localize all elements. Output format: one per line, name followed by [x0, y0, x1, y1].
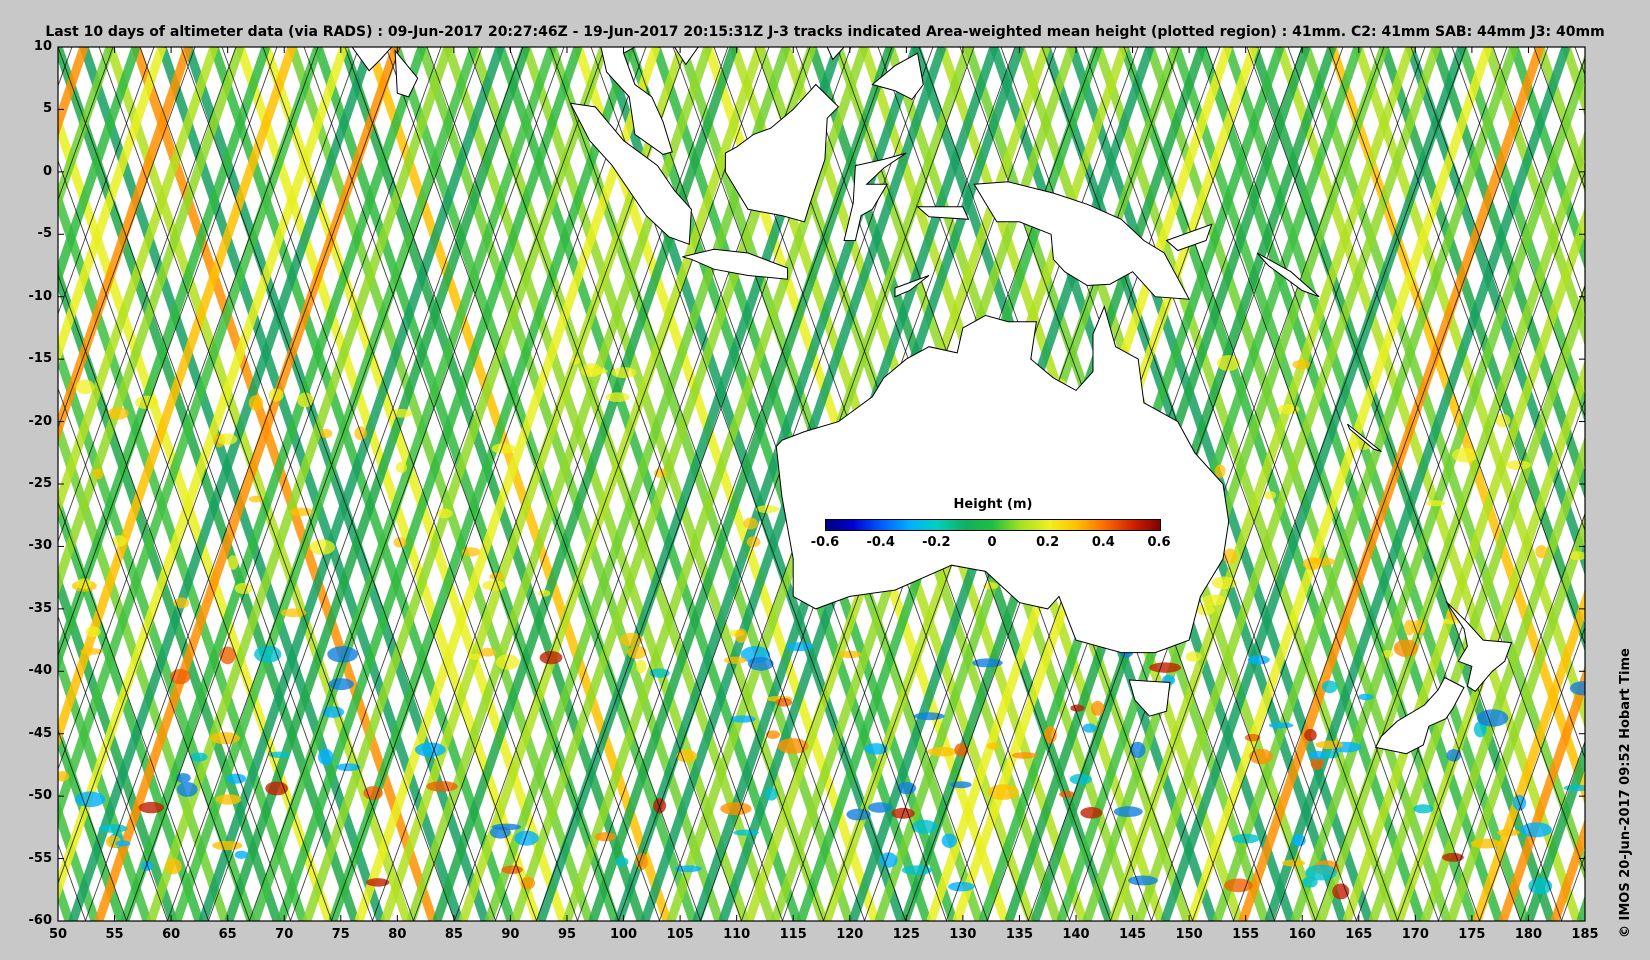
x-tick-label: 160	[1288, 927, 1316, 942]
y-tick-label: 5	[42, 101, 52, 117]
colorbar-tick-label: 0.6	[1147, 535, 1171, 550]
y-tick-label: 0	[42, 163, 52, 179]
x-tick-label: 170	[1401, 927, 1429, 942]
x-tick-label: 60	[162, 927, 181, 942]
x-tick-label: 150	[1175, 927, 1203, 942]
y-tick-label: -40	[28, 663, 53, 679]
x-tick-label: 65	[218, 927, 237, 942]
colorbar-gradient	[825, 519, 1161, 531]
x-tick-label: 50	[48, 927, 68, 942]
y-tick-label: -5	[37, 226, 52, 242]
x-tick-label: 85	[444, 927, 463, 942]
x-tick-label: 100	[609, 927, 638, 942]
x-tick-label: 55	[105, 927, 124, 942]
x-tick-label: 120	[836, 927, 864, 942]
x-tick-label: 105	[666, 927, 694, 942]
y-tick-label: 10	[33, 39, 52, 54]
y-tick-label: -15	[28, 351, 53, 367]
x-tick-label: 165	[1345, 927, 1373, 942]
y-tick-label: -30	[28, 538, 53, 554]
colorbar: Height (m) -0.6 -0.4 -0.2 0 0.2 0.4 0.6	[810, 497, 1173, 557]
x-tick-label: 130	[949, 927, 977, 942]
credit-text: © IMOS 20-Jun-2017 09:52 Hobart Time	[1618, 648, 1633, 938]
x-tick-label: 175	[1458, 927, 1486, 942]
colorbar-tick-label: 0.2	[1036, 535, 1060, 550]
x-tick-label: 90	[501, 927, 520, 942]
map-plot	[57, 46, 1586, 922]
y-tick-label: -50	[28, 788, 53, 804]
y-tick-label: -55	[28, 850, 53, 866]
colorbar-title: Height (m)	[953, 497, 1033, 512]
x-tick-label: 70	[275, 927, 294, 942]
x-tick-label: 145	[1118, 927, 1147, 942]
y-tick-label: -10	[28, 288, 53, 304]
y-tick-label: -45	[28, 725, 53, 741]
x-tick-label: 75	[331, 927, 350, 942]
y-tick-label: -35	[28, 600, 53, 616]
y-tick-label: -60	[28, 913, 53, 928]
x-tick-label: 80	[388, 927, 407, 942]
x-tick-label: 125	[892, 927, 920, 942]
x-tick-label: 155	[1232, 927, 1260, 942]
colorbar-tick-label: 0.4	[1091, 535, 1115, 550]
colorbar-tick-label: -0.6	[810, 535, 840, 550]
altimeter-map-figure: Last 10 days of altimeter data (via RADS…	[0, 0, 1650, 960]
x-tick-label: 135	[1005, 927, 1033, 942]
x-tick-label: 110	[723, 927, 751, 942]
x-tick-label: 115	[779, 927, 807, 942]
colorbar-tick-label: -0.2	[922, 535, 951, 550]
x-tick-label: 185	[1571, 927, 1599, 942]
x-tick-label: 95	[557, 927, 577, 942]
y-tick-label: -20	[28, 413, 53, 429]
x-tick-label: 140	[1062, 927, 1090, 942]
x-tick-label: 180	[1514, 927, 1542, 942]
y-tick-label: -25	[28, 476, 53, 491]
colorbar-tick-label: -0.4	[866, 535, 895, 550]
colorbar-tick-label: 0	[987, 535, 997, 550]
